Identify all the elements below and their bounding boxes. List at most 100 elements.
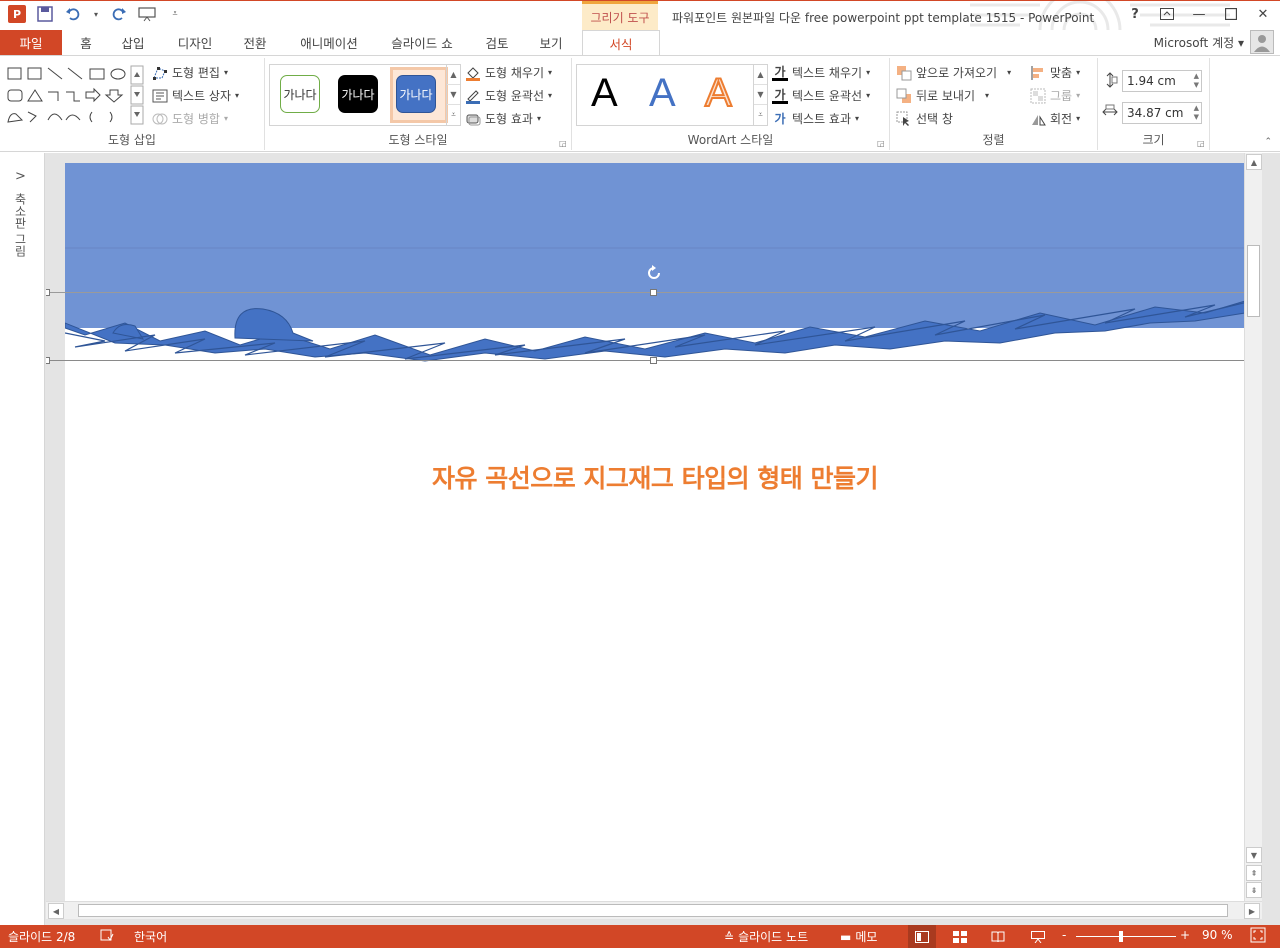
expand-thumbnails-icon[interactable]: > [15,169,26,184]
vertical-scroll-thumb[interactable] [1247,245,1260,317]
text-outline-button[interactable]: 가 텍스트 윤곽선 ▾ [772,87,870,104]
scroll-right-icon[interactable]: ▶ [1244,903,1260,919]
tab-review[interactable]: 검토 [476,30,518,55]
gallery-down-icon[interactable]: ▼ [447,85,460,105]
bring-forward-button[interactable]: 앞으로 가져오기 ▾ [896,64,1011,81]
zoom-in-button[interactable]: + [1180,928,1190,942]
scroll-up-icon[interactable]: ▲ [1246,154,1262,170]
chevron-down-icon[interactable]: ▾ [92,5,100,23]
thumbnail-pane-label[interactable]: 축소판 그림 [12,193,29,257]
wordart-gallery-scroll[interactable]: ▲ ▼ ⩡ [753,65,767,125]
collapse-ribbon-icon[interactable]: ⌃ [1264,137,1272,147]
scroll-down-icon[interactable]: ▼ [1246,847,1262,863]
reading-view-icon[interactable] [984,925,1012,948]
zoom-slider[interactable] [1076,931,1176,942]
undo-icon[interactable] [64,5,82,23]
zigzag-freeform-shape[interactable] [65,163,1245,363]
blue-band-rect[interactable] [65,163,1245,328]
fit-to-window-icon[interactable] [1250,927,1266,943]
dialog-launcher-icon[interactable]: ◲ [1197,139,1205,148]
edit-shape-button[interactable]: 도형 편집 ▾ [152,64,228,81]
tab-design[interactable]: 디자인 [168,30,222,55]
gallery-down-icon[interactable]: ▼ [754,85,767,105]
resize-handle-left-top[interactable] [46,289,50,296]
group-icon [1030,88,1046,104]
tab-file[interactable]: 파일 [0,30,62,55]
account-name[interactable]: Microsoft 계정 ▾ [1154,34,1244,51]
avatar[interactable] [1250,30,1274,54]
comments-button[interactable]: ▬ 메모 [840,928,877,945]
dialog-launcher-icon[interactable]: ◲ [559,139,567,148]
next-slide-icon[interactable]: ⇟ [1246,882,1262,898]
zoom-out-button[interactable]: - [1062,928,1066,942]
previous-slide-icon[interactable]: ⇞ [1246,865,1262,881]
tab-transitions[interactable]: 전환 [234,30,276,55]
tab-view[interactable]: 보기 [530,30,572,55]
dialog-launcher-icon[interactable]: ◲ [877,139,885,148]
rotate-handle-icon[interactable] [646,265,662,281]
normal-view-icon[interactable] [908,925,936,948]
align-button[interactable]: 맞춤 ▾ [1030,64,1080,81]
present-icon[interactable] [138,5,156,23]
shape-height-input[interactable]: 1.94 cm ▲ ▼ [1122,70,1202,92]
resize-handle-bottom[interactable] [650,357,657,364]
merge-shapes-button[interactable]: 도형 병합 ▾ [152,110,228,127]
customize-qat-icon[interactable]: ⩡ [166,5,184,23]
zoom-slider-thumb[interactable] [1118,931,1123,942]
resize-handle-top[interactable] [650,289,657,296]
style-swatch-black[interactable]: 가나다 [338,75,378,113]
send-backward-button[interactable]: 뒤로 보내기 ▾ [896,87,989,104]
gallery-more-icon[interactable]: ⩡ [754,105,767,125]
redo-icon[interactable] [110,5,128,23]
shape-effects-button[interactable]: 도형 효과 ▾ [465,110,541,127]
wordart-gallery[interactable]: A A A ▲ ▼ ⩡ [576,64,768,126]
vertical-scrollbar[interactable]: ▲ ▼ ⇞ ⇟ [1244,153,1262,901]
tab-slideshow[interactable]: 슬라이드 쇼 [382,30,462,55]
horizontal-scroll-thumb[interactable] [78,904,1228,917]
tab-animations[interactable]: 애니메이션 [290,30,368,55]
shape-styles-gallery[interactable]: 가나다 가나다 가나다 ▲ ▼ ⩡ [269,64,461,126]
language-indicator[interactable]: 한국어 [134,928,167,945]
wordart-black[interactable]: A [591,71,618,116]
powerpoint-logo-icon[interactable]: P [8,5,26,23]
style-swatch-outline-green[interactable]: 가나다 [280,75,320,113]
scroll-left-icon[interactable]: ◀ [48,903,64,919]
shapes-gallery-icons[interactable] [6,64,146,128]
slide-sorter-icon[interactable] [946,925,974,948]
wordart-blue[interactable]: A [649,71,676,116]
gallery-up-icon[interactable]: ▲ [754,65,767,85]
spell-check-icon[interactable] [100,928,114,942]
group-button[interactable]: 그룹 ▾ [1030,87,1080,104]
tab-format[interactable]: 서식 [582,30,660,56]
gallery-more-icon[interactable]: ⩡ [447,105,460,125]
edit-shape-label: 도형 편집 [172,66,220,80]
horizontal-scrollbar[interactable]: ◀ ▶ [46,901,1262,919]
close-button[interactable]: ✕ [1254,5,1272,23]
notes-icon: ≙ [724,929,735,944]
selection-pane-button[interactable]: 선택 창 [896,110,953,127]
height-spinner-icon[interactable]: ▲ ▼ [1194,72,1199,90]
rotate-button[interactable]: 회전 ▾ [1030,110,1080,127]
notes-button[interactable]: ≙ 슬라이드 노트 [724,928,808,945]
shapes-gallery[interactable] [6,64,146,128]
tab-insert[interactable]: 삽입 [112,30,154,55]
rotate-icon [1030,111,1046,127]
text-fill-button[interactable]: 가 텍스트 채우기 ▾ [772,64,870,81]
slide-counter[interactable]: 슬라이드 2/8 [8,928,75,945]
tab-home[interactable]: 홈 [72,30,100,55]
shape-styles-gallery-scroll[interactable]: ▲ ▼ ⩡ [446,65,460,125]
width-spinner-icon[interactable]: ▲ ▼ [1194,104,1199,122]
text-effects-button[interactable]: 가 텍스트 효과 ▾ [772,110,859,127]
zoom-level[interactable]: 90 % [1202,928,1233,942]
shape-fill-button[interactable]: 도형 채우기 ▾ [465,64,552,81]
style-swatch-blue[interactable]: 가나다 [396,75,436,113]
shape-outline-button[interactable]: 도형 윤곽선 ▾ [465,87,552,104]
resize-handle-left-bottom[interactable] [46,357,50,364]
wordart-orange-outline[interactable]: A [704,70,733,116]
slide-title[interactable]: 자유 곡선으로 지그재그 타입의 형태 만들기 [65,459,1245,495]
save-icon[interactable] [36,5,54,23]
shape-width-input[interactable]: 34.87 cm ▲ ▼ [1122,102,1202,124]
slideshow-view-icon[interactable] [1024,925,1052,948]
gallery-up-icon[interactable]: ▲ [447,65,460,85]
text-box-button[interactable]: 텍스트 상자 ▾ [152,87,239,104]
